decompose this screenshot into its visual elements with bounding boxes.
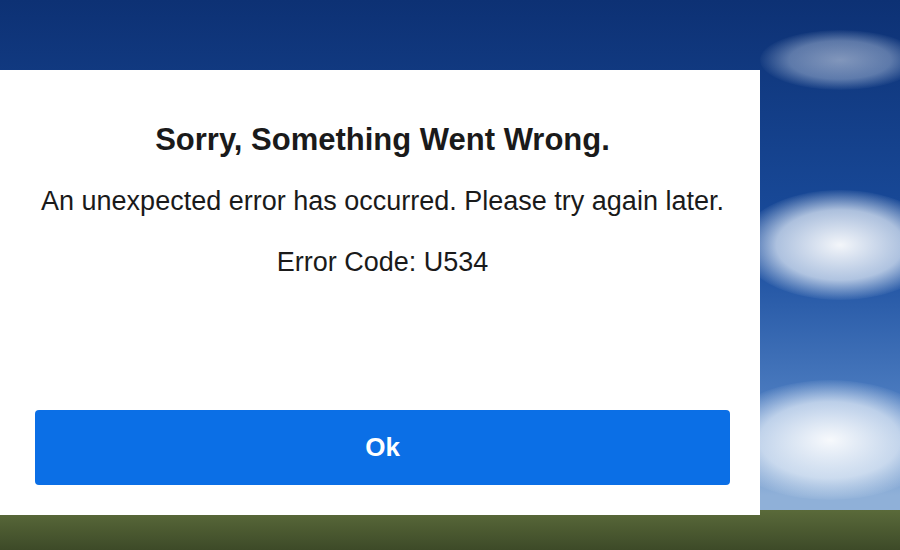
ok-button[interactable]: Ok	[35, 410, 730, 485]
cloud	[760, 30, 900, 90]
dialog-actions: Ok	[35, 380, 730, 485]
hills	[0, 510, 900, 550]
dialog-title: Sorry, Something Went Wrong.	[155, 120, 610, 160]
cloud	[740, 190, 900, 300]
error-screen: Sorry, Something Went Wrong. An unexpecte…	[0, 0, 900, 550]
dialog-message: An unexpected error has occurred. Please…	[41, 182, 724, 221]
error-code: Error Code: U534	[277, 245, 489, 280]
error-dialog: Sorry, Something Went Wrong. An unexpecte…	[0, 70, 760, 515]
